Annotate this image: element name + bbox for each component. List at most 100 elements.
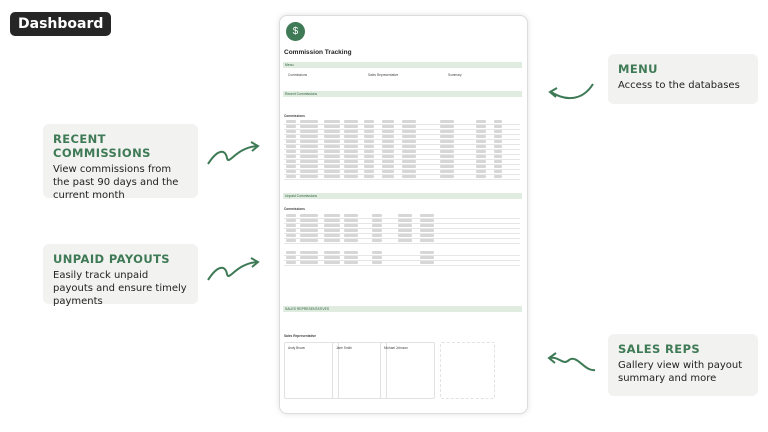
table-cell	[364, 135, 374, 138]
table-cell	[300, 170, 318, 173]
table-cell	[344, 261, 358, 264]
table-cell	[300, 135, 318, 138]
table-cell	[402, 130, 416, 133]
table-cell	[420, 219, 434, 222]
money-icon: $	[286, 22, 305, 41]
table-cell	[494, 125, 502, 128]
menu-item-commissions[interactable]: Commissions	[288, 73, 307, 77]
table-cell	[300, 120, 318, 123]
rep-card[interactable]: Andy Brown	[284, 342, 339, 399]
menu-callout: MENU Access to the databases	[608, 54, 758, 104]
table-cell	[344, 125, 358, 128]
table-cell	[300, 234, 318, 237]
table-cell	[300, 214, 318, 217]
table-cell	[364, 170, 374, 173]
table-cell	[382, 175, 394, 178]
table-cell	[324, 120, 340, 123]
unpaid-table-title: Commissions	[284, 207, 305, 211]
table-cell	[494, 135, 502, 138]
unpaid-section-header: Unpaid Commissions	[283, 193, 522, 199]
table-cell	[324, 261, 340, 264]
menu-item-sales-reps[interactable]: Sales Representative	[368, 73, 398, 77]
table-cell	[324, 175, 340, 178]
table-cell	[402, 160, 416, 163]
table-cell	[286, 234, 296, 237]
table-row	[284, 255, 520, 256]
notion-screenshot: $ Commission Tracking Menu Commissions S…	[279, 15, 528, 414]
table-cell	[372, 229, 382, 232]
page-title: Commission Tracking	[284, 49, 352, 56]
table-cell	[344, 229, 358, 232]
table-cell	[420, 214, 434, 217]
table-cell	[372, 256, 382, 259]
table-cell	[372, 219, 382, 222]
table-cell	[440, 160, 454, 163]
table-cell	[344, 135, 358, 138]
table-cell	[344, 256, 358, 259]
table-cell	[286, 155, 296, 158]
table-cell	[324, 170, 340, 173]
table-cell	[324, 234, 340, 237]
table-cell	[344, 120, 358, 123]
table-cell	[344, 251, 358, 254]
table-cell	[300, 224, 318, 227]
table-cell	[300, 140, 318, 143]
table-cell	[402, 165, 416, 168]
table-cell	[440, 130, 454, 133]
table-cell	[494, 170, 502, 173]
table-cell	[382, 155, 394, 158]
table-cell	[494, 175, 502, 178]
table-cell	[324, 219, 340, 222]
table-cell	[476, 130, 486, 133]
table-cell	[300, 160, 318, 163]
table-cell	[324, 155, 340, 158]
table-cell	[344, 170, 358, 173]
table-cell	[402, 170, 416, 173]
table-cell	[300, 145, 318, 148]
table-cell	[364, 150, 374, 153]
table-cell	[364, 125, 374, 128]
table-cell	[286, 175, 296, 178]
table-cell	[344, 145, 358, 148]
menu-item-summary[interactable]: Summary	[448, 73, 462, 77]
table-cell	[420, 239, 434, 242]
recent-table-title: Commissions	[284, 114, 305, 118]
table-cell	[324, 165, 340, 168]
table-cell	[494, 140, 502, 143]
rep-card[interactable]: Jane Smith	[332, 342, 387, 399]
table-cell	[364, 130, 374, 133]
recent-commissions-body: View commissions from the past 90 days a…	[53, 164, 179, 201]
table-cell	[286, 130, 296, 133]
table-cell	[402, 140, 416, 143]
table-cell	[440, 165, 454, 168]
unpaid-payouts-callout: UNPAID PAYOUTS Easily track unpaid payou…	[43, 244, 198, 307]
table-cell	[420, 229, 434, 232]
table-cell	[382, 130, 394, 133]
table-cell	[324, 130, 340, 133]
table-cell	[494, 130, 502, 133]
table-cell	[494, 160, 502, 163]
table-cell	[402, 145, 416, 148]
table-cell	[300, 256, 318, 259]
table-cell	[494, 145, 502, 148]
table-cell	[286, 239, 296, 242]
table-cell	[398, 224, 412, 227]
table-cell	[300, 239, 318, 242]
table-cell	[286, 150, 296, 153]
recent-section-header: Recent Commissions	[283, 91, 522, 97]
table-cell	[440, 175, 454, 178]
table-cell	[382, 125, 394, 128]
table-cell	[364, 165, 374, 168]
table-cell	[344, 234, 358, 237]
table-cell	[324, 214, 340, 217]
sales-reps-title: SALES REPS	[618, 342, 701, 356]
rep-card[interactable]: Michael Johnson	[380, 342, 435, 399]
table-cell	[494, 165, 502, 168]
table-cell	[382, 140, 394, 143]
table-cell	[398, 239, 412, 242]
table-cell	[372, 239, 382, 242]
table-cell	[476, 155, 486, 158]
table-cell	[300, 130, 318, 133]
table-cell	[286, 219, 296, 222]
table-cell	[476, 160, 486, 163]
